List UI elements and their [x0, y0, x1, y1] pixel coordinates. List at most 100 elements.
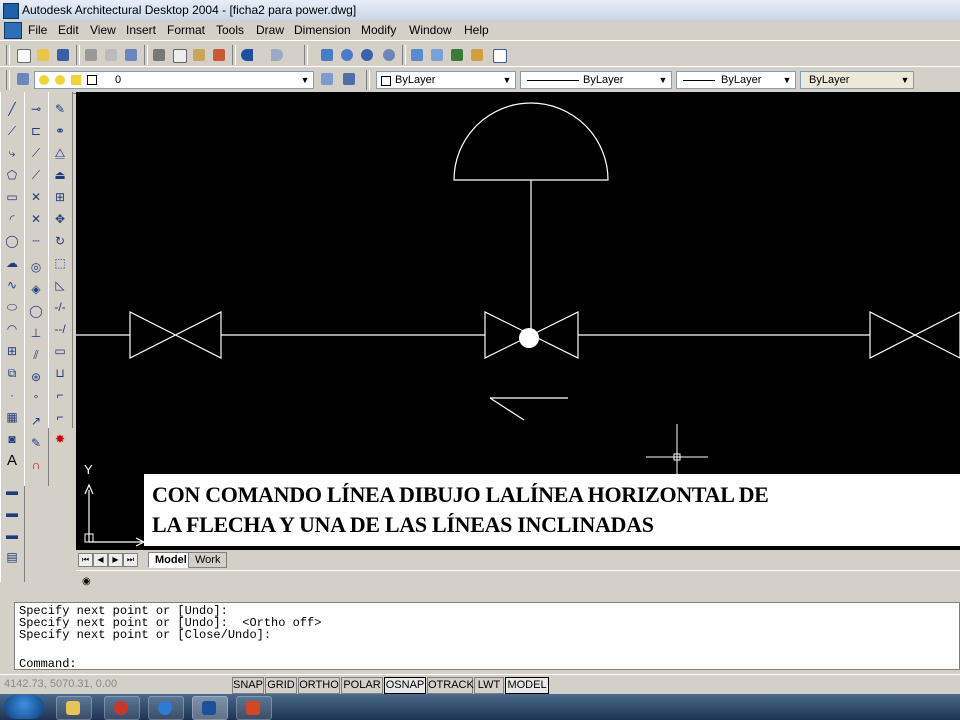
designcenter-icon[interactable]: [428, 46, 446, 64]
menu-window[interactable]: Window: [409, 23, 452, 37]
ellipse-icon[interactable]: ⬭: [3, 298, 21, 316]
ellipse-arc-icon[interactable]: ◠: [3, 320, 21, 338]
match-properties-icon[interactable]: [210, 46, 228, 64]
move-icon[interactable]: ✥: [51, 210, 69, 228]
join-icon[interactable]: ⊔: [51, 364, 69, 382]
construction-line-icon[interactable]: ⟋: [3, 122, 21, 140]
command-window[interactable]: Specify next point or [Undo]: Specify ne…: [14, 602, 960, 671]
taskbar-browser[interactable]: [148, 696, 184, 720]
first-tab-icon[interactable]: ⏮: [78, 553, 93, 567]
menu-format[interactable]: Format: [167, 23, 205, 37]
menu-draw[interactable]: Draw: [256, 23, 284, 37]
layer-previous-icon[interactable]: [340, 70, 358, 88]
color-control[interactable]: ByLayer ▼: [376, 71, 516, 89]
tool-icon[interactable]: ▤: [3, 548, 21, 566]
menu-tools[interactable]: Tools: [216, 23, 244, 37]
ortho-toggle[interactable]: ORTHO: [298, 677, 340, 694]
trim-icon[interactable]: -/-: [51, 298, 69, 316]
layer-select[interactable]: 0 ▼: [34, 71, 314, 89]
erase-icon[interactable]: ⊸: [27, 100, 45, 118]
paste-icon[interactable]: [190, 46, 208, 64]
redo-icon[interactable]: [268, 46, 286, 64]
otrack-toggle[interactable]: OTRACK: [427, 677, 474, 694]
polar-toggle[interactable]: POLAR: [341, 677, 383, 694]
linetype-control[interactable]: ByLayer ▼: [520, 71, 672, 89]
hatch-icon[interactable]: ▦: [3, 408, 21, 426]
menu-file[interactable]: File: [28, 23, 47, 37]
menu-edit[interactable]: Edit: [58, 23, 79, 37]
magnet-icon[interactable]: ∩: [27, 456, 45, 474]
print-icon[interactable]: [82, 46, 100, 64]
snap-toggle[interactable]: SNAP: [232, 677, 264, 694]
fillet-icon[interactable]: ⌐: [51, 408, 69, 426]
tab-model[interactable]: Model: [148, 552, 194, 568]
chevron-down-icon[interactable]: ▼: [299, 74, 311, 86]
rotate-icon[interactable]: ┄: [27, 232, 45, 250]
scale-icon[interactable]: ⬚: [51, 254, 69, 272]
app-icon[interactable]: [3, 3, 19, 19]
menu-help[interactable]: Help: [464, 23, 489, 37]
array-icon[interactable]: ⊞: [51, 188, 69, 206]
lineweight-control[interactable]: ByLayer ▼: [676, 71, 796, 89]
spline-icon[interactable]: ∿: [3, 276, 21, 294]
chevron-down-icon[interactable]: ▼: [657, 74, 669, 86]
explode-icon[interactable]: ✎: [27, 434, 45, 452]
pencil-icon[interactable]: ✎: [51, 100, 69, 118]
taskbar-explorer[interactable]: [56, 696, 92, 720]
plotstyle-control[interactable]: ByLayer ▼: [800, 71, 914, 89]
join-icon[interactable]: ⊛: [27, 368, 45, 386]
osnap-toggle[interactable]: OSNAP: [384, 677, 426, 694]
model-toggle[interactable]: MODEL: [505, 677, 549, 694]
extend-icon[interactable]: --/: [51, 320, 69, 338]
offset-icon[interactable]: ⏏: [51, 166, 69, 184]
make-block-icon[interactable]: ⧉: [3, 364, 21, 382]
taskbar-autocad[interactable]: [192, 696, 228, 720]
new-icon[interactable]: [14, 46, 32, 64]
menu-modify[interactable]: Modify: [361, 23, 396, 37]
tool-icon[interactable]: ▬: [3, 526, 21, 544]
command-prompt[interactable]: Command:: [19, 657, 77, 671]
point-icon[interactable]: ·: [3, 386, 21, 404]
chamfer-icon[interactable]: ⌐: [51, 386, 69, 404]
layer-manager-icon[interactable]: [14, 70, 32, 88]
group-icon[interactable]: ⚭: [51, 122, 69, 140]
toolbar-grip[interactable]: [6, 45, 10, 65]
break-icon[interactable]: ▭: [51, 342, 69, 360]
plot-preview-icon[interactable]: [102, 46, 120, 64]
open-icon[interactable]: [34, 46, 52, 64]
properties-icon[interactable]: [408, 46, 426, 64]
line-icon[interactable]: ╱: [3, 100, 21, 118]
horizontal-scrollbar[interactable]: ◉: [76, 570, 960, 593]
chevron-down-icon[interactable]: ▼: [501, 74, 513, 86]
rotate-icon[interactable]: ↻: [51, 232, 69, 250]
break-icon[interactable]: ⫽: [27, 346, 45, 364]
revision-cloud-icon[interactable]: ☁: [3, 254, 21, 272]
document-icon[interactable]: [4, 22, 22, 39]
make-object-layer-current-icon[interactable]: [318, 70, 336, 88]
stretch-icon[interactable]: ◈: [27, 280, 45, 298]
tool-palettes-icon[interactable]: [448, 46, 466, 64]
prev-tab-icon[interactable]: ◀: [93, 553, 108, 567]
chevron-down-icon[interactable]: ▼: [899, 74, 911, 86]
stretch-icon[interactable]: ◺: [51, 276, 69, 294]
polyline-icon[interactable]: ⤷: [3, 144, 21, 162]
publish-icon[interactable]: [122, 46, 140, 64]
save-icon[interactable]: [54, 46, 72, 64]
pan-icon[interactable]: [318, 46, 336, 64]
insert-block-icon[interactable]: ⊞: [3, 342, 21, 360]
move-icon[interactable]: ✕: [27, 210, 45, 228]
mirror-icon[interactable]: ⟋: [27, 144, 45, 162]
scroll-icon[interactable]: ◉: [82, 576, 94, 588]
rectangle-icon[interactable]: ▭: [3, 188, 21, 206]
fillet-icon[interactable]: ↗: [27, 412, 45, 430]
scale-icon[interactable]: ◎: [27, 258, 45, 276]
tab-work[interactable]: Work: [188, 552, 228, 568]
chamfer-icon[interactable]: °: [27, 390, 45, 408]
copy-object-icon[interactable]: ⊏: [27, 122, 45, 140]
circle-icon[interactable]: ◯: [3, 232, 21, 250]
taskbar-powerpoint[interactable]: [236, 696, 272, 720]
array-icon[interactable]: ✕: [27, 188, 45, 206]
markup-icon[interactable]: [468, 46, 486, 64]
coordinates-display[interactable]: 4142.73, 5070.31, 0.00: [4, 677, 224, 692]
arc-icon[interactable]: ◜: [3, 210, 21, 228]
